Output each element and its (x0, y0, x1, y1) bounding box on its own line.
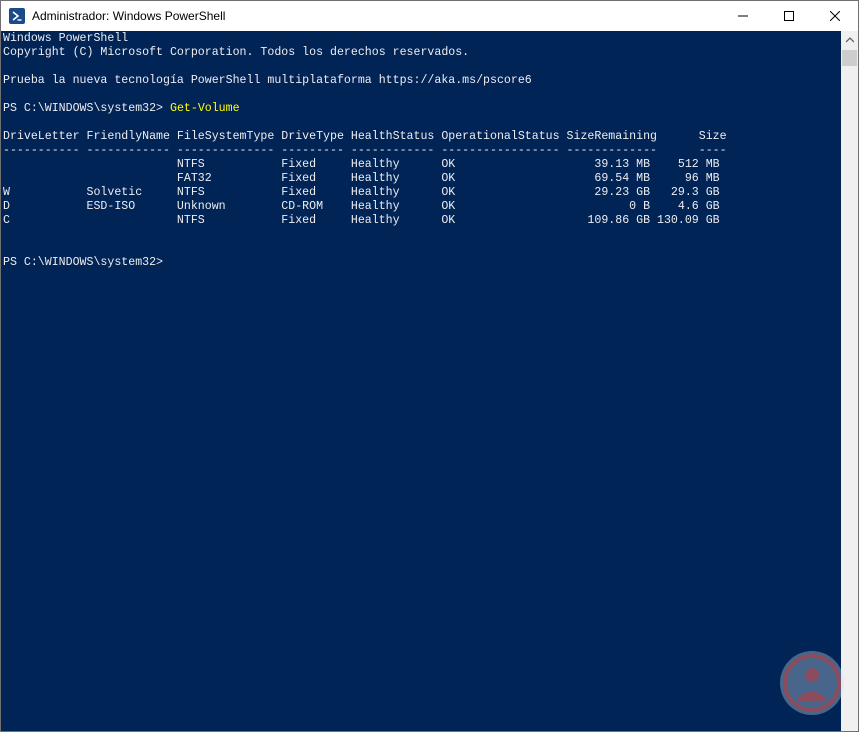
command-text: Get-Volume (169, 102, 240, 115)
table-row: C NTFS Fixed Healthy OK 109.86 GB 130.09… (3, 214, 720, 227)
powershell-window: Administrador: Windows PowerShell Window… (0, 0, 859, 732)
solvetic-logo (778, 649, 846, 717)
caption-buttons (720, 1, 858, 31)
close-icon (830, 11, 840, 21)
table-row: NTFS Fixed Healthy OK 39.13 MB 512 MB (3, 158, 720, 171)
table-separator: ----------- ------------ -------------- … (3, 144, 727, 157)
command-line: PS C:\WINDOWS\system32> Get-Volume (3, 102, 240, 116)
console-output[interactable]: Windows PowerShell Copyright (C) Microso… (1, 31, 841, 731)
table-header: DriveLetter FriendlyName FileSystemType … (3, 130, 727, 143)
minimize-button[interactable] (720, 1, 766, 31)
close-button[interactable] (812, 1, 858, 31)
minimize-icon (738, 15, 748, 17)
vertical-scrollbar[interactable] (841, 31, 858, 731)
chevron-up-icon (845, 36, 854, 42)
console-header-title: Windows PowerShell (3, 32, 129, 45)
powershell-icon[interactable] (9, 8, 25, 24)
table-row: W Solvetic NTFS Fixed Healthy OK 29.23 G… (3, 186, 720, 199)
final-prompt: PS C:\WINDOWS\system32> (3, 256, 164, 269)
scroll-up-button[interactable] (841, 31, 858, 48)
table-row: FAT32 Fixed Healthy OK 69.54 MB 96 MB (3, 172, 720, 185)
console-header-copyright: Copyright (C) Microsoft Corporation. Tod… (3, 46, 470, 59)
scroll-thumb[interactable] (842, 50, 857, 66)
prompt: PS C:\WINDOWS\system32> (3, 102, 170, 115)
table-row: D ESD-ISO Unknown CD-ROM Healthy OK 0 B … (3, 200, 720, 213)
maximize-button[interactable] (766, 1, 812, 31)
console-header-pscore: Prueba la nueva tecnología PowerShell mu… (3, 74, 532, 87)
maximize-icon (784, 11, 794, 21)
window-title: Administrador: Windows PowerShell (32, 9, 226, 23)
title-bar[interactable]: Administrador: Windows PowerShell (1, 1, 858, 31)
